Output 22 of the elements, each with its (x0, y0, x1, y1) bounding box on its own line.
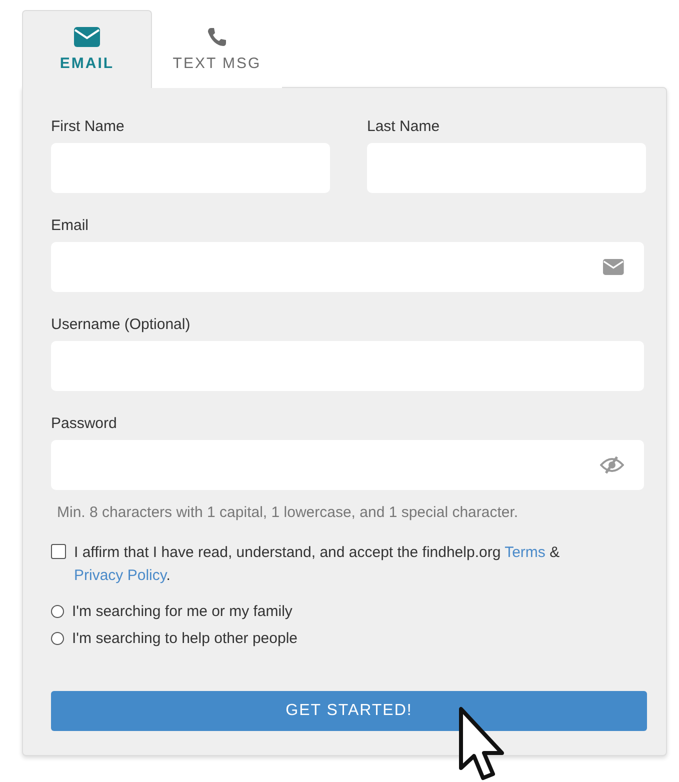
field-label: Last Name (367, 118, 441, 135)
get-started-button[interactable]: GET STARTED! (51, 691, 647, 731)
field-label: Password (51, 415, 118, 432)
tab[interactable]: EMAIL (22, 10, 152, 88)
input-field[interactable] (51, 242, 644, 292)
envelope-icon (74, 27, 100, 47)
field-label: First Name (51, 118, 126, 135)
option-label: I'm searching to help other people (72, 630, 298, 647)
input-field[interactable] (51, 440, 644, 490)
field-label: Username (Optional) (51, 316, 192, 333)
privacy-policy-link[interactable]: Privacy Policy (74, 567, 166, 584)
password-hint: Min. 8 characters with 1 capital, 1 lowercase, and 1 special character. (57, 504, 520, 521)
phone-icon (207, 27, 227, 47)
envelope-icon (603, 259, 624, 275)
field-label: Email (51, 217, 90, 234)
radio-button[interactable] (51, 632, 64, 645)
option-label: I'm searching for me or my family (72, 603, 292, 620)
eye-slash-icon (600, 456, 624, 474)
agree-checkbox[interactable] (51, 544, 66, 559)
radio-button[interactable] (51, 605, 64, 618)
terms-link[interactable]: Terms (504, 544, 546, 561)
agreement-text: I affirm that I have read, understand, and accept the findhelp.org Terms & Privacy Policy. (74, 543, 561, 586)
